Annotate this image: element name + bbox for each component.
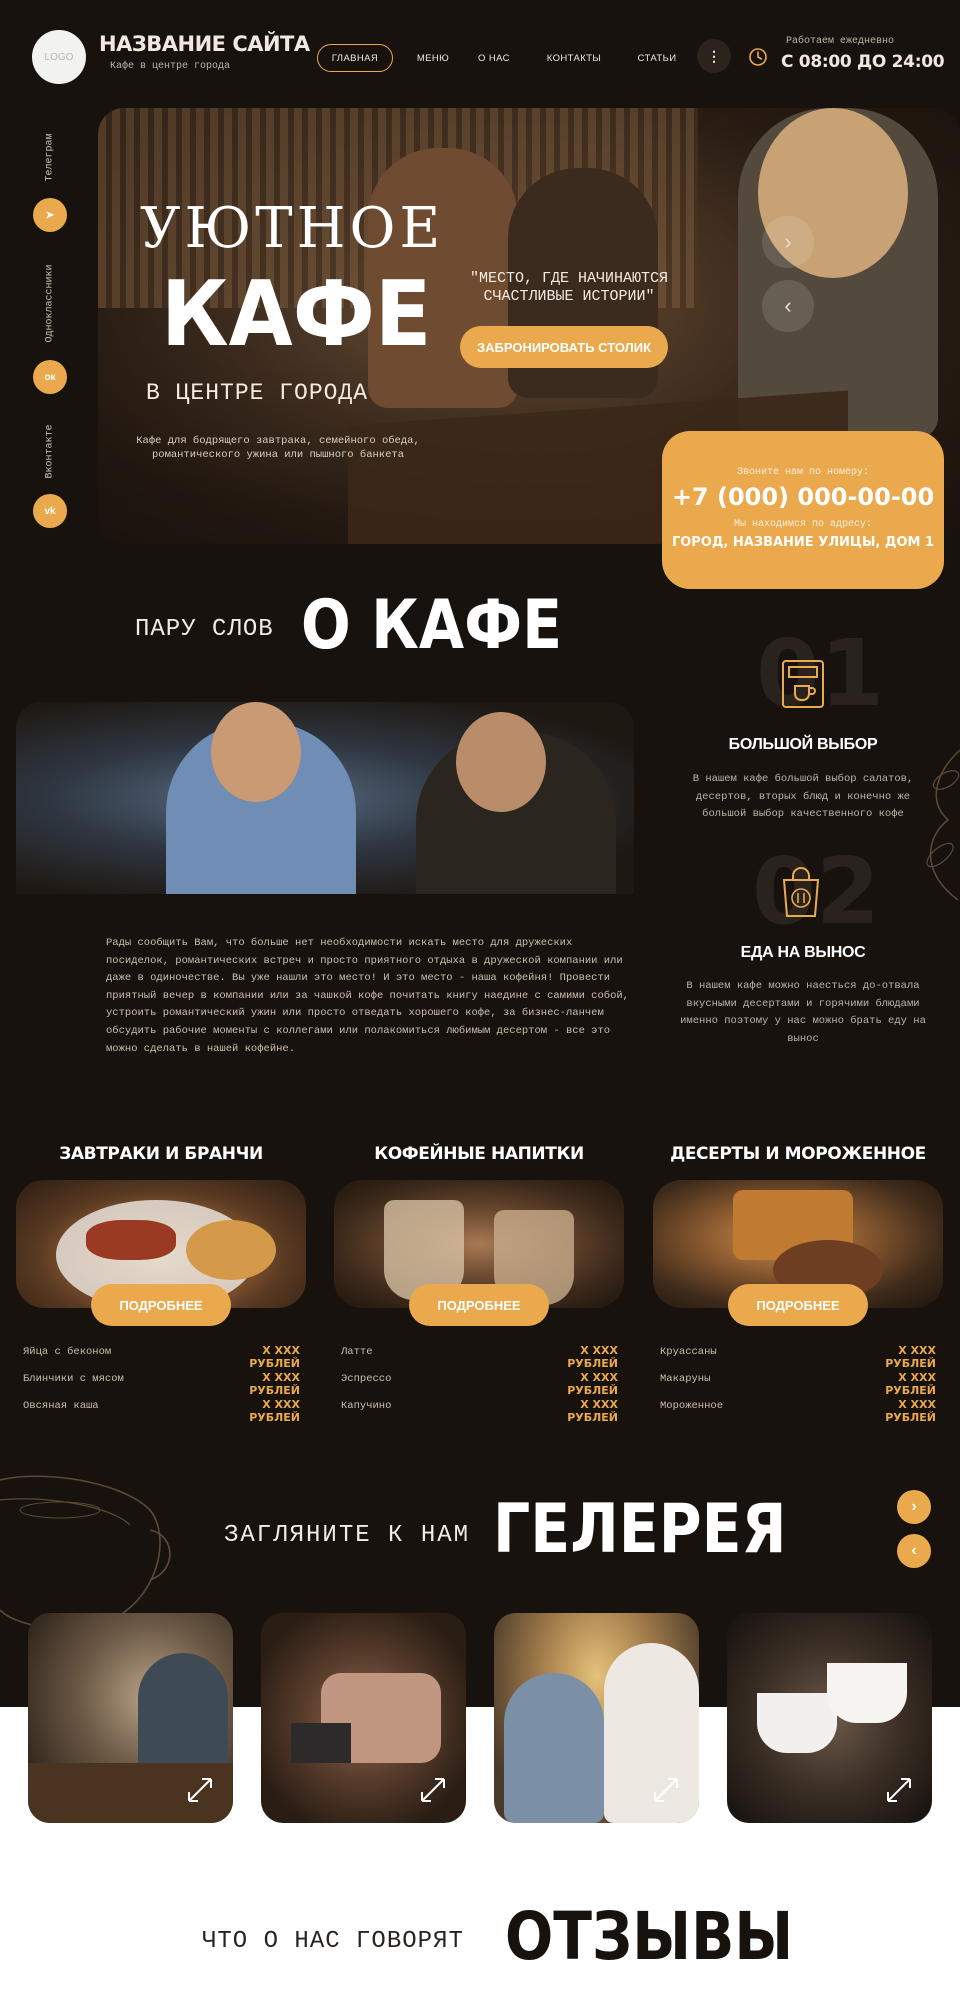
menu-category-title: КОФЕЙНЫЕ НАПИТКИ (374, 1144, 584, 1164)
menu-item-price: X XXX РУБЛЕЙ (885, 1344, 936, 1370)
menu-item-name: Овсяная каша (23, 1400, 99, 1412)
about-photo (16, 702, 634, 894)
expand-icon[interactable] (884, 1775, 914, 1805)
menu-item-price: X XXX РУБЛЕЙ (567, 1398, 618, 1424)
gallery-photo[interactable] (28, 1613, 233, 1823)
odnoklassniki-icon: ок (44, 371, 56, 383)
address: ГОРОД, НАЗВАНИЕ УЛИЦЫ, ДОМ 1 (671, 535, 935, 550)
work-hours: С 08:00 ДО 24:00 (781, 52, 945, 72)
about-title: О КАФЕ (301, 586, 563, 665)
feature-title: БОЛЬШОЙ ВЫБОР (728, 736, 878, 753)
menu-item-name: Эспрессо (341, 1373, 392, 1385)
chevron-right-icon: › (784, 229, 792, 254)
about-text: Рады сообщить Вам, что больше нет необхо… (106, 937, 629, 1055)
menu-item-name: Круассаны (660, 1346, 717, 1358)
phone-number[interactable]: +7 (000) 000-00-00 (662, 483, 944, 511)
gallery-pretitle: ЗАГЛЯНИТЕ К НАМ (224, 1522, 471, 1549)
more-menu-button[interactable]: ⋮ (697, 39, 731, 73)
hero-heading-line2: КАФЕ (161, 262, 432, 367)
hero-heading-line1: УЮТНОЕ (140, 196, 445, 261)
gallery-photo[interactable] (727, 1613, 932, 1823)
hero-heading-line3: В ЦЕНТРЕ ГОРОДА (146, 380, 369, 406)
gallery-title: ГЕЛЕРЕЯ (493, 1490, 787, 1569)
telegram-icon: ➤ (45, 209, 55, 221)
nav-menu[interactable]: МЕНЮ (408, 44, 458, 72)
menu-item-name: Мороженное (660, 1400, 724, 1412)
book-table-button[interactable]: ЗАБРОНИРОВАТЬ СТОЛИК (460, 326, 668, 368)
expand-icon[interactable] (651, 1775, 681, 1805)
coffee-machine-icon (782, 660, 824, 708)
menu-category-title: ЗАВТРАКИ И БРАНЧИ (59, 1144, 263, 1164)
menu-item-price: X XXX РУБЛЕЙ (249, 1344, 300, 1370)
menu-item-price: X XXX РУБЛЕЙ (567, 1371, 618, 1397)
gallery-photo[interactable] (261, 1613, 466, 1823)
menu-category-title: ДЕСЕРТЫ И МОРОЖЕННОЕ (670, 1144, 926, 1164)
chevron-left-icon: ‹ (784, 293, 792, 318)
feature-text: В нашем кафе большой выбор салатов, десе… (692, 773, 914, 820)
menu-item-name: Яйца с беконом (23, 1346, 112, 1358)
hero-quote: "МЕСТО, ГДЕ НАЧИНАЮТСЯ СЧАСТЛИВЫЕ ИСТОРИ… (469, 270, 669, 305)
menu-item-price: X XXX РУБЛЕЙ (249, 1398, 300, 1424)
clock-icon (749, 48, 767, 66)
reviews-pretitle: ЧТО О НАС ГОВОРЯТ (202, 1928, 464, 1955)
social-telegram-button[interactable]: ➤ (33, 198, 67, 232)
about-pretitle: ПАРУ СЛОВ (135, 616, 274, 643)
menu-more-button[interactable]: ПОДРОБНЕЕ (91, 1284, 231, 1326)
gallery-prev-button[interactable]: ‹ (897, 1534, 931, 1568)
menu-item-name: Блинчики с мясом (23, 1373, 124, 1385)
feature-title: ЕДА НА ВЫНОС (740, 944, 866, 961)
expand-icon[interactable] (185, 1775, 215, 1805)
feature-text: В нашем кафе можно наесться до-отвала вк… (680, 980, 926, 1045)
menu-item-price: X XXX РУБЛЕЙ (885, 1398, 936, 1424)
nav-home[interactable]: ГЛАВНАЯ (317, 44, 393, 72)
logo[interactable]: LOGO (32, 30, 86, 84)
nav-articles[interactable]: СТАТЬИ (626, 44, 688, 72)
menu-item-name: Капучино (341, 1400, 392, 1412)
site-subtitle: Кафе в центре города (110, 61, 231, 72)
chevron-right-icon: › (911, 1498, 917, 1515)
more-icon: ⋮ (707, 47, 721, 64)
nav-about[interactable]: О НАС (468, 44, 520, 72)
coffee-cup-decoration-icon (0, 1475, 171, 1629)
social-vk-button[interactable]: vk (33, 494, 67, 528)
hero-prev-button[interactable]: ‹ (762, 280, 814, 332)
reviews-title: ОТЗЫВЫ (505, 1898, 794, 1975)
hero-next-button[interactable]: › (762, 216, 814, 268)
nav-contacts[interactable]: КОНТАКТЫ (536, 44, 612, 72)
expand-icon[interactable] (418, 1775, 448, 1805)
gallery-next-button[interactable]: › (897, 1490, 931, 1524)
social-odnoklassniki-button[interactable]: ок (33, 360, 67, 394)
vk-icon: vk (44, 505, 56, 517)
call-label: Звоните нам по номеру: (736, 467, 870, 478)
leaf-decoration-icon (926, 749, 960, 901)
chevron-left-icon: ‹ (911, 1542, 917, 1559)
gallery-photo[interactable] (494, 1613, 699, 1823)
menu-item-price: X XXX РУБЛЕЙ (567, 1344, 618, 1370)
menu-more-button[interactable]: ПОДРОБНЕЕ (728, 1284, 868, 1326)
takeaway-bag-icon (782, 867, 820, 917)
menu-item-name: Макаруны (660, 1373, 711, 1385)
menu-item-name: Латте (341, 1346, 373, 1358)
menu-more-button[interactable]: ПОДРОБНЕЕ (409, 1284, 549, 1326)
address-label: Мы находимся по адресу: (733, 519, 873, 530)
menu-item-price: X XXX РУБЛЕЙ (885, 1371, 936, 1397)
site-title[interactable]: НАЗВАНИЕ САЙТА (99, 32, 310, 56)
contact-card: Звоните нам по номеру: +7 (000) 000-00-0… (662, 431, 944, 589)
social-label-odnoklassniki: Одноклассники (44, 264, 56, 343)
hero-description: Кафе для бодрящего завтрака, семейного о… (136, 435, 420, 461)
menu-item-price: X XXX РУБЛЕЙ (249, 1371, 300, 1397)
work-hours-label: Работаем ежедневно (786, 36, 895, 47)
